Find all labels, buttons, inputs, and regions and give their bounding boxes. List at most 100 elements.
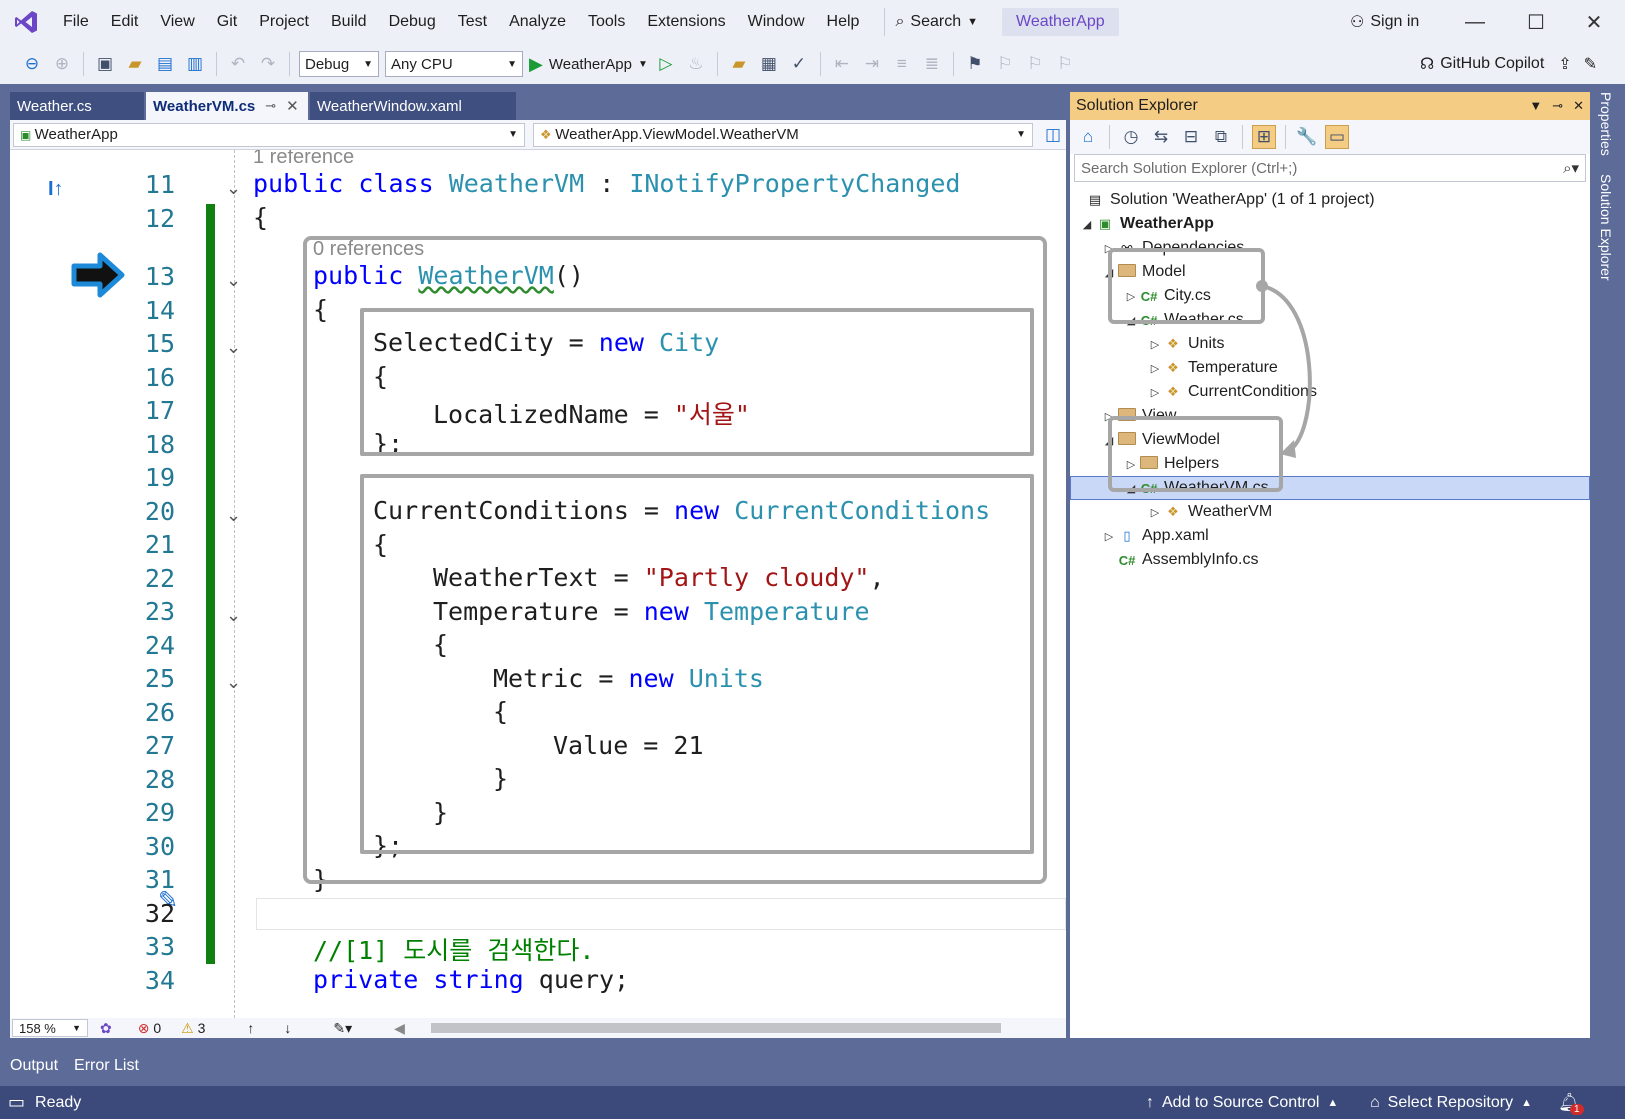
collapsed-icon[interactable]: ▷	[1148, 506, 1162, 519]
close-icon[interactable]: ✕	[1573, 98, 1584, 114]
sync-icon[interactable]: ⇆	[1149, 125, 1173, 149]
menu-project[interactable]: Project	[248, 0, 320, 44]
pending-changes-icon[interactable]: ◷	[1119, 125, 1143, 149]
sign-in-button[interactable]: ⚇ Sign in	[1350, 0, 1419, 44]
outdent-icon[interactable]: ⇥	[860, 52, 884, 76]
back-icon[interactable]: ⊖	[20, 52, 44, 76]
view-icon[interactable]: ⊞	[1252, 125, 1276, 149]
collapsed-icon[interactable]: ▷	[1148, 362, 1162, 375]
zoom-select[interactable]: 158 % ▼	[12, 1019, 88, 1037]
indent-icon[interactable]: ⇤	[830, 52, 854, 76]
platform-select[interactable]: Any CPU ▼	[385, 51, 523, 77]
menu-view[interactable]: View	[149, 0, 205, 44]
tree-item-temperature-class[interactable]: ▷ ❖ Temperature	[1070, 356, 1590, 380]
menu-analyze[interactable]: Analyze	[498, 0, 577, 44]
feedback-icon[interactable]: ✎	[1584, 54, 1597, 74]
warning-count[interactable]: ⚠ 3	[181, 1020, 205, 1037]
share-icon[interactable]: ⇪	[1558, 54, 1571, 74]
preview-selected-icon[interactable]: ▭	[1325, 125, 1349, 149]
menu-file[interactable]: File	[52, 0, 100, 44]
implementation-icon[interactable]: I↑	[48, 178, 64, 201]
solution-explorer-side-tab[interactable]: Solution Explorer	[1598, 174, 1614, 281]
redo-icon[interactable]: ↷	[256, 52, 280, 76]
properties-side-tab[interactable]: Properties	[1598, 92, 1614, 156]
collapse-chevron-icon[interactable]: ⌄	[226, 270, 241, 291]
next-bookmark-icon[interactable]: ⚐	[1023, 52, 1047, 76]
menu-debug[interactable]: Debug	[378, 0, 447, 44]
prev-bookmark-icon[interactable]: ⚐	[993, 52, 1017, 76]
tab-weather-cs[interactable]: Weather.cs	[10, 92, 144, 120]
start-without-debugging-icon[interactable]: ▷	[654, 52, 678, 76]
code-cleanup-icon[interactable]: ✿	[100, 1020, 112, 1037]
solution-folder-icon[interactable]: ▰	[727, 52, 751, 76]
visual-studio-logo-icon[interactable]	[0, 0, 52, 44]
expanded-icon[interactable]: ◢	[1080, 218, 1094, 231]
undo-icon[interactable]: ↶	[226, 52, 250, 76]
brush-icon[interactable]: ✎▾	[333, 1020, 352, 1037]
project-dropdown[interactable]: ▣ WeatherApp ▼	[13, 122, 525, 147]
member-dropdown[interactable]: ❖ WeatherApp.ViewModel.WeatherVM ▼	[533, 122, 1033, 147]
menu-extensions[interactable]: Extensions	[636, 0, 736, 44]
arrow-down-icon[interactable]: ↓	[284, 1020, 291, 1036]
split-view-icon[interactable]: ◫	[1041, 123, 1065, 147]
add-source-control-button[interactable]: ↑ Add to Source Control ▲	[1146, 1094, 1338, 1112]
tree-item-app-xaml[interactable]: ▷ ▯ App.xaml	[1070, 524, 1590, 548]
menu-build[interactable]: Build	[320, 0, 378, 44]
tree-item-currentconditions-class[interactable]: ▷ ❖ CurrentConditions	[1070, 380, 1590, 404]
menu-window[interactable]: Window	[737, 0, 816, 44]
maximize-button[interactable]: ☐	[1508, 0, 1564, 44]
menu-test[interactable]: Test	[447, 0, 498, 44]
codelens-references[interactable]: 1 reference	[253, 150, 354, 169]
start-debugging-button[interactable]: ▶ WeatherApp ▼	[529, 54, 648, 75]
arrow-up-icon[interactable]: ↑	[247, 1020, 254, 1036]
code-text-area[interactable]: I↑ ✎ 11 12 13 14 15 16 17 18 19 20 21 22…	[10, 150, 1066, 1018]
dropdown-icon[interactable]: ▼	[1529, 98, 1542, 114]
solution-explorer-search[interactable]: Search Solution Explorer (Ctrl+;) ⌕▾	[1074, 154, 1586, 182]
clear-bookmarks-icon[interactable]: ⚐	[1053, 52, 1077, 76]
tree-item-solution[interactable]: ▤ Solution 'WeatherApp' (1 of 1 project)	[1070, 188, 1590, 212]
collapse-chevron-icon[interactable]: ⌄	[226, 505, 241, 526]
open-folder-icon[interactable]: ▰	[123, 52, 147, 76]
tab-error-list[interactable]: Error List	[74, 1057, 139, 1075]
uncomment-icon[interactable]: ≣	[920, 52, 944, 76]
collapse-chevron-icon[interactable]: ⌄	[226, 605, 241, 626]
pin-icon[interactable]: ⊸	[1552, 98, 1563, 114]
tree-item-project[interactable]: ◢ ▣ WeatherApp	[1070, 212, 1590, 236]
menu-git[interactable]: Git	[206, 0, 248, 44]
error-count[interactable]: ⊗ 0	[138, 1020, 161, 1037]
horizontal-scrollbar[interactable]	[430, 1023, 1001, 1033]
layout-icon[interactable]: ▦	[757, 52, 781, 76]
collapse-chevron-icon[interactable]: ⌄	[226, 337, 241, 358]
tab-weatherwindow-xaml[interactable]: WeatherWindow.xaml	[310, 92, 516, 120]
close-window-button[interactable]: ✕	[1566, 0, 1622, 44]
configuration-select[interactable]: Debug ▼	[299, 51, 379, 77]
scroll-left-icon[interactable]: ◀	[394, 1020, 405, 1037]
comment-icon[interactable]: ≡	[890, 52, 914, 76]
collapsed-icon[interactable]: ▷	[1102, 530, 1116, 543]
tab-output[interactable]: Output	[10, 1057, 58, 1075]
tree-item-weathervm-class[interactable]: ▷ ❖ WeatherVM	[1070, 500, 1590, 524]
tree-item-units-class[interactable]: ▷ ❖ Units	[1070, 332, 1590, 356]
hot-reload-icon[interactable]: ♨	[684, 52, 708, 76]
collapse-chevron-icon[interactable]: ⌄	[226, 178, 241, 199]
bookmark-icon[interactable]: ⚑	[963, 52, 987, 76]
select-repository-button[interactable]: ⌂ Select Repository ▲	[1370, 1094, 1532, 1112]
pin-icon[interactable]: ⊸	[265, 98, 276, 114]
save-icon[interactable]: ▤	[153, 52, 177, 76]
show-all-files-icon[interactable]: ⧉	[1209, 125, 1233, 149]
close-icon[interactable]: ✕	[286, 97, 299, 115]
spell-check-icon[interactable]: ✓	[787, 52, 811, 76]
properties-wrench-icon[interactable]: 🔧	[1295, 125, 1319, 149]
save-all-icon[interactable]: ▥	[183, 52, 207, 76]
minimize-button[interactable]: —	[1447, 0, 1503, 44]
home-switch-views-icon[interactable]: ⌂	[1076, 125, 1100, 149]
github-copilot-button[interactable]: ☊ GitHub Copilot ⇪ ✎	[1420, 44, 1597, 84]
menu-tools[interactable]: Tools	[577, 0, 636, 44]
collapse-all-icon[interactable]: ⊟	[1179, 125, 1203, 149]
search-button[interactable]: ⌕ Search ▼	[884, 8, 988, 36]
new-project-icon[interactable]: ▣	[93, 52, 117, 76]
tab-weathervm-cs[interactable]: WeatherVM.cs ⊸ ✕	[146, 92, 308, 120]
collapsed-icon[interactable]: ▷	[1148, 338, 1162, 351]
collapse-chevron-icon[interactable]: ⌄	[226, 672, 241, 693]
menu-help[interactable]: Help	[816, 0, 871, 44]
